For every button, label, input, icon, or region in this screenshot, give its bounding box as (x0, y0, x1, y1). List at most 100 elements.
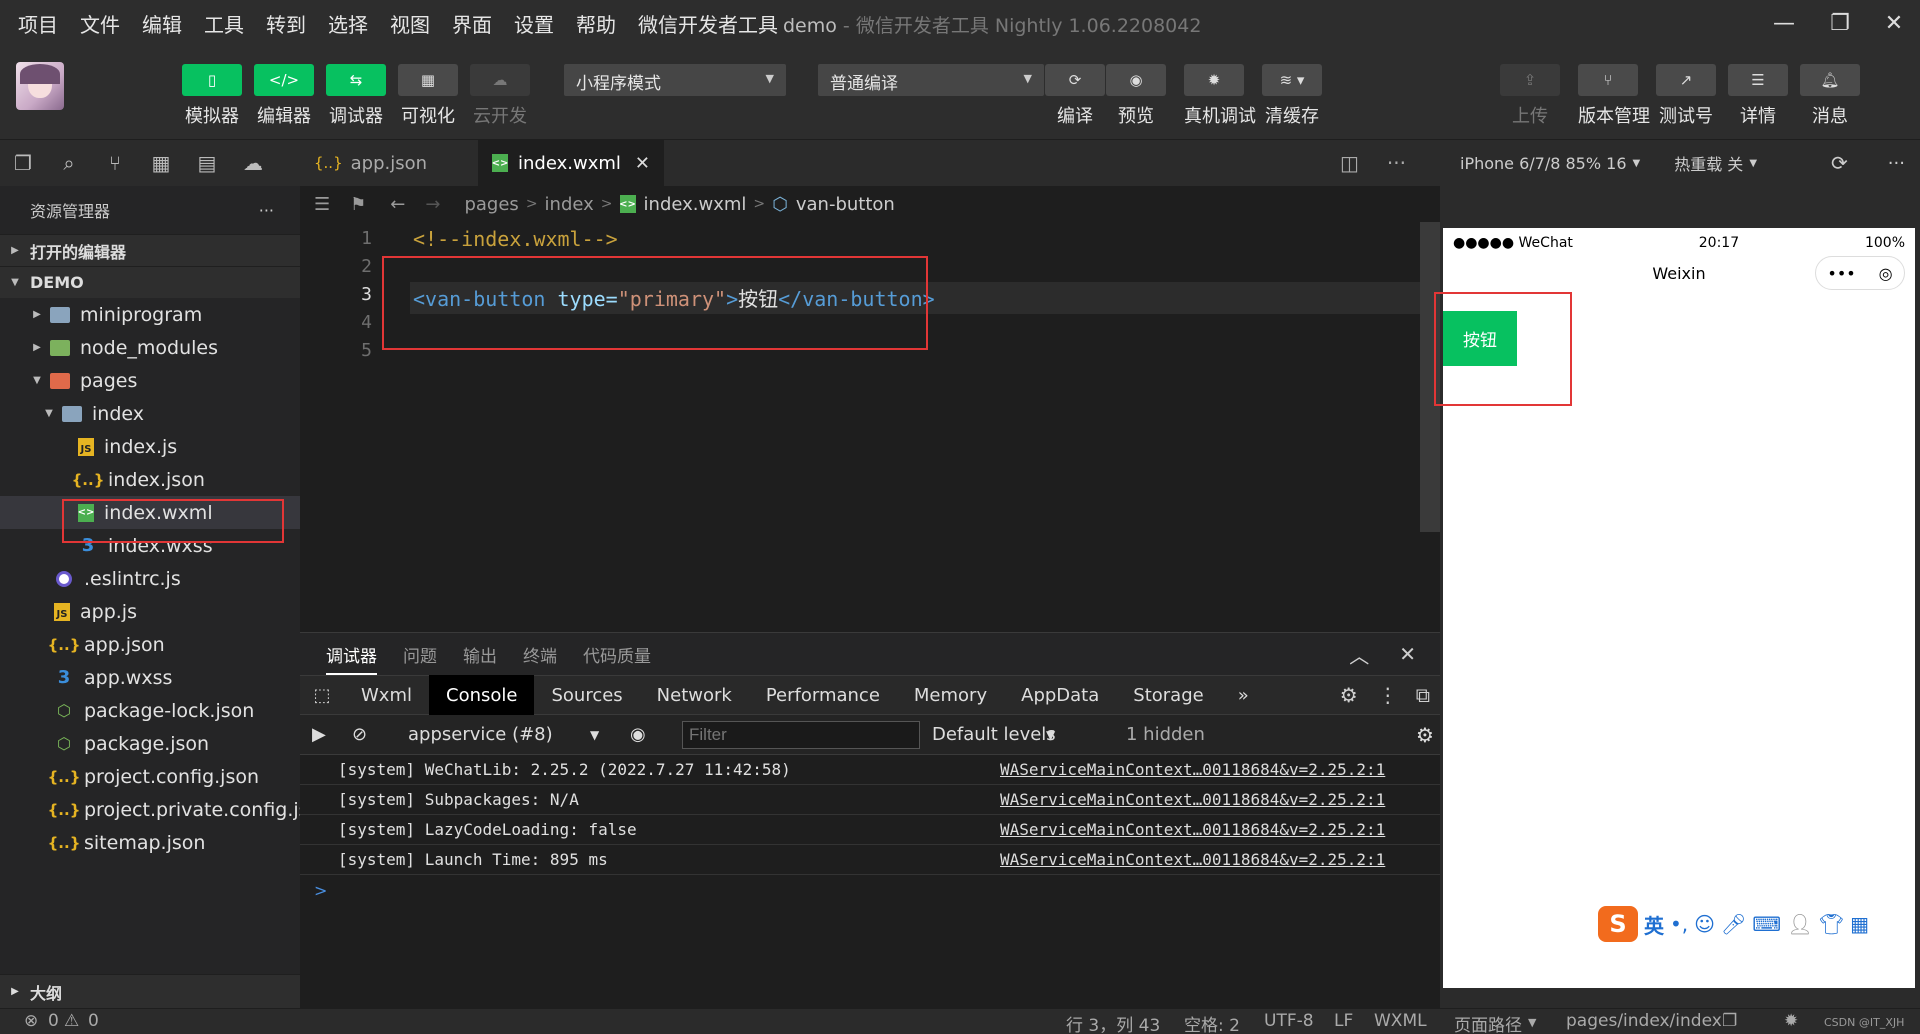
menu-edit[interactable]: 编辑 (136, 9, 188, 38)
sidebar-toggle-icon[interactable]: ▶ (312, 724, 326, 745)
error-count[interactable]: 0 (48, 1011, 59, 1031)
more-icon[interactable]: ··· (1888, 153, 1905, 174)
menu-help[interactable]: 帮助 (570, 9, 622, 38)
log-source-link[interactable]: WAServiceMainContext…00118684&v=2.25.2:1 (1000, 790, 1385, 809)
split-editor-icon[interactable]: ◫ (1326, 140, 1373, 186)
upload-button[interactable]: ⇪ 上传 (1500, 64, 1560, 128)
source-control-icon[interactable]: ⑂ (92, 140, 138, 186)
tree-item-node-modules[interactable]: ▶ node_modules (0, 331, 300, 364)
tab-output[interactable]: 输出 (463, 642, 497, 667)
grid-icon[interactable]: ▦ (1850, 912, 1869, 936)
indentation[interactable]: 空格: 2 (1184, 1011, 1240, 1034)
tree-item-project-private-config[interactable]: {..} project.private.config.js... (0, 793, 327, 826)
menu-project[interactable]: 项目 (12, 9, 64, 38)
storage-icon[interactable]: ▤ (184, 140, 230, 186)
breadcrumb-pages[interactable]: pages (464, 194, 518, 215)
menu-file[interactable]: 文件 (74, 9, 126, 38)
tree-item-index-json[interactable]: {..} index.json (0, 463, 300, 496)
ime-language-toggle[interactable]: 英 (1644, 910, 1664, 939)
gear-icon[interactable]: ⚙ (1340, 683, 1358, 707)
menu-tools[interactable]: 工具 (198, 9, 250, 38)
log-source-link[interactable]: WAServiceMainContext…00118684&v=2.25.2:1 (1000, 820, 1385, 839)
record-icon[interactable]: ◎ (1879, 264, 1893, 283)
breadcrumb-file[interactable]: index.wxml (644, 194, 747, 215)
mode-select[interactable]: 小程序模式 ▼ (564, 64, 786, 96)
bookmark-icon[interactable]: ⚑ (350, 194, 366, 215)
tab-console[interactable]: Console (429, 675, 535, 715)
forward-arrow-icon[interactable]: → (425, 194, 440, 215)
tab-problems[interactable]: 问题 (403, 642, 437, 667)
tab-terminal[interactable]: 终端 (523, 642, 557, 667)
bug-icon[interactable]: ✹ (1784, 1011, 1798, 1031)
warning-count[interactable]: 0 (88, 1011, 99, 1031)
maximize-icon[interactable]: ❐ (1814, 0, 1866, 46)
test-account-button[interactable]: ↗ 测试号 (1656, 64, 1716, 128)
compile-select[interactable]: 普通编译 ▼ (818, 64, 1044, 96)
emoji-icon[interactable]: ☺ (1694, 912, 1715, 936)
tab-appdata[interactable]: AppData (1004, 675, 1116, 715)
undock-icon[interactable]: ⧉ (1416, 683, 1430, 707)
console-filter-input[interactable] (682, 721, 920, 749)
hot-reload-select[interactable]: 热重载 关 (1674, 151, 1743, 175)
breadcrumb-index[interactable]: index (545, 194, 594, 215)
menu-devtools[interactable]: 微信开发者工具 (632, 9, 784, 38)
tab-performance[interactable]: Performance (749, 675, 897, 715)
docker-icon[interactable]: ☁ (230, 140, 276, 186)
device-debug-button[interactable]: ✹ 真机调试 (1184, 64, 1256, 128)
more-icon[interactable]: ··· (1373, 140, 1420, 186)
menu-interface[interactable]: 界面 (446, 9, 498, 38)
keyboard-icon[interactable]: ⌨ (1752, 912, 1781, 936)
tab-app-json[interactable]: {..} app.json (300, 140, 478, 186)
menu-goto[interactable]: 转到 (260, 9, 312, 38)
tree-item-project-config[interactable]: {..} project.config.json (0, 760, 300, 793)
tree-item-app-json[interactable]: {..} app.json (0, 628, 300, 661)
editor-button[interactable]: </> 编辑器 (254, 64, 314, 128)
outline-section[interactable]: ▶ 大纲 (0, 974, 300, 1008)
clear-console-icon[interactable]: ⊘ (352, 724, 367, 745)
tab-index-wxml[interactable]: <> index.wxml ✕ (478, 140, 664, 186)
project-section[interactable]: ▼ DEMO (0, 266, 300, 298)
cloud-button[interactable]: ☁ 云开发 (470, 64, 530, 128)
log-source-link[interactable]: WAServiceMainContext…00118684&v=2.25.2:1 (1000, 850, 1385, 869)
tree-item-app-js[interactable]: JS app.js (0, 595, 300, 628)
extensions-icon[interactable]: ▦ (138, 140, 184, 186)
tree-item-miniprogram[interactable]: ▶ miniprogram (0, 298, 300, 331)
tree-item-app-wxss[interactable]: 3 app.wxss (0, 661, 300, 694)
code-editor[interactable]: 1 2 3 4 5 <!--index.wxml--> <van-button … (300, 222, 1440, 632)
visual-button[interactable]: ▦ 可视化 (398, 64, 458, 128)
avatar[interactable] (16, 62, 64, 110)
details-button[interactable]: ☰ 详情 (1728, 64, 1788, 128)
simulator-button[interactable]: ▯ 模拟器 (182, 64, 242, 128)
preview-button[interactable]: ◉ 预览 (1106, 64, 1166, 128)
user-icon[interactable]: 👤︎ (1787, 912, 1812, 936)
tab-sources[interactable]: Sources (534, 675, 639, 715)
levels-select[interactable]: Default levels (932, 724, 1056, 745)
more-tabs-icon[interactable]: » (1221, 675, 1266, 715)
shirt-icon[interactable]: 👕︎ (1819, 912, 1844, 936)
more-icon[interactable]: ··· (259, 201, 274, 220)
menu-view[interactable]: 视图 (384, 9, 436, 38)
search-icon[interactable]: ⌕ (46, 140, 92, 186)
tree-item-package-json[interactable]: ⬡ package.json (0, 727, 300, 760)
list-icon[interactable]: ☰ (314, 194, 330, 215)
tab-network[interactable]: Network (640, 675, 749, 715)
breadcrumb-symbol[interactable]: van-button (796, 194, 895, 215)
copy-icon[interactable]: ❐ (1722, 1011, 1737, 1031)
close-icon[interactable]: ✕ (635, 153, 650, 174)
explorer-icon[interactable]: ❐ (0, 140, 46, 186)
chevron-up-icon[interactable]: ︿ (1349, 640, 1369, 669)
tab-wxml[interactable]: Wxml (344, 675, 429, 715)
warning-icon[interactable]: ⚠ (64, 1011, 79, 1031)
tab-storage[interactable]: Storage (1116, 675, 1220, 715)
messages-button[interactable]: 🔔︎ 消息 (1800, 64, 1860, 128)
eye-icon[interactable]: ◉ (630, 724, 646, 745)
encoding[interactable]: UTF-8 (1264, 1011, 1314, 1031)
debugger-button[interactable]: ⇆ 调试器 (326, 64, 386, 128)
version-button[interactable]: ⑂ 版本管理 (1578, 64, 1650, 128)
punctuation-icon[interactable]: •, (1670, 912, 1688, 936)
context-select[interactable]: appservice (#8) (408, 724, 553, 745)
microphone-icon[interactable]: 🎤︎ (1721, 912, 1746, 936)
back-arrow-icon[interactable]: ← (390, 194, 405, 215)
console-prompt[interactable]: > (300, 875, 1440, 905)
more-dots-icon[interactable]: ••• (1827, 264, 1855, 283)
